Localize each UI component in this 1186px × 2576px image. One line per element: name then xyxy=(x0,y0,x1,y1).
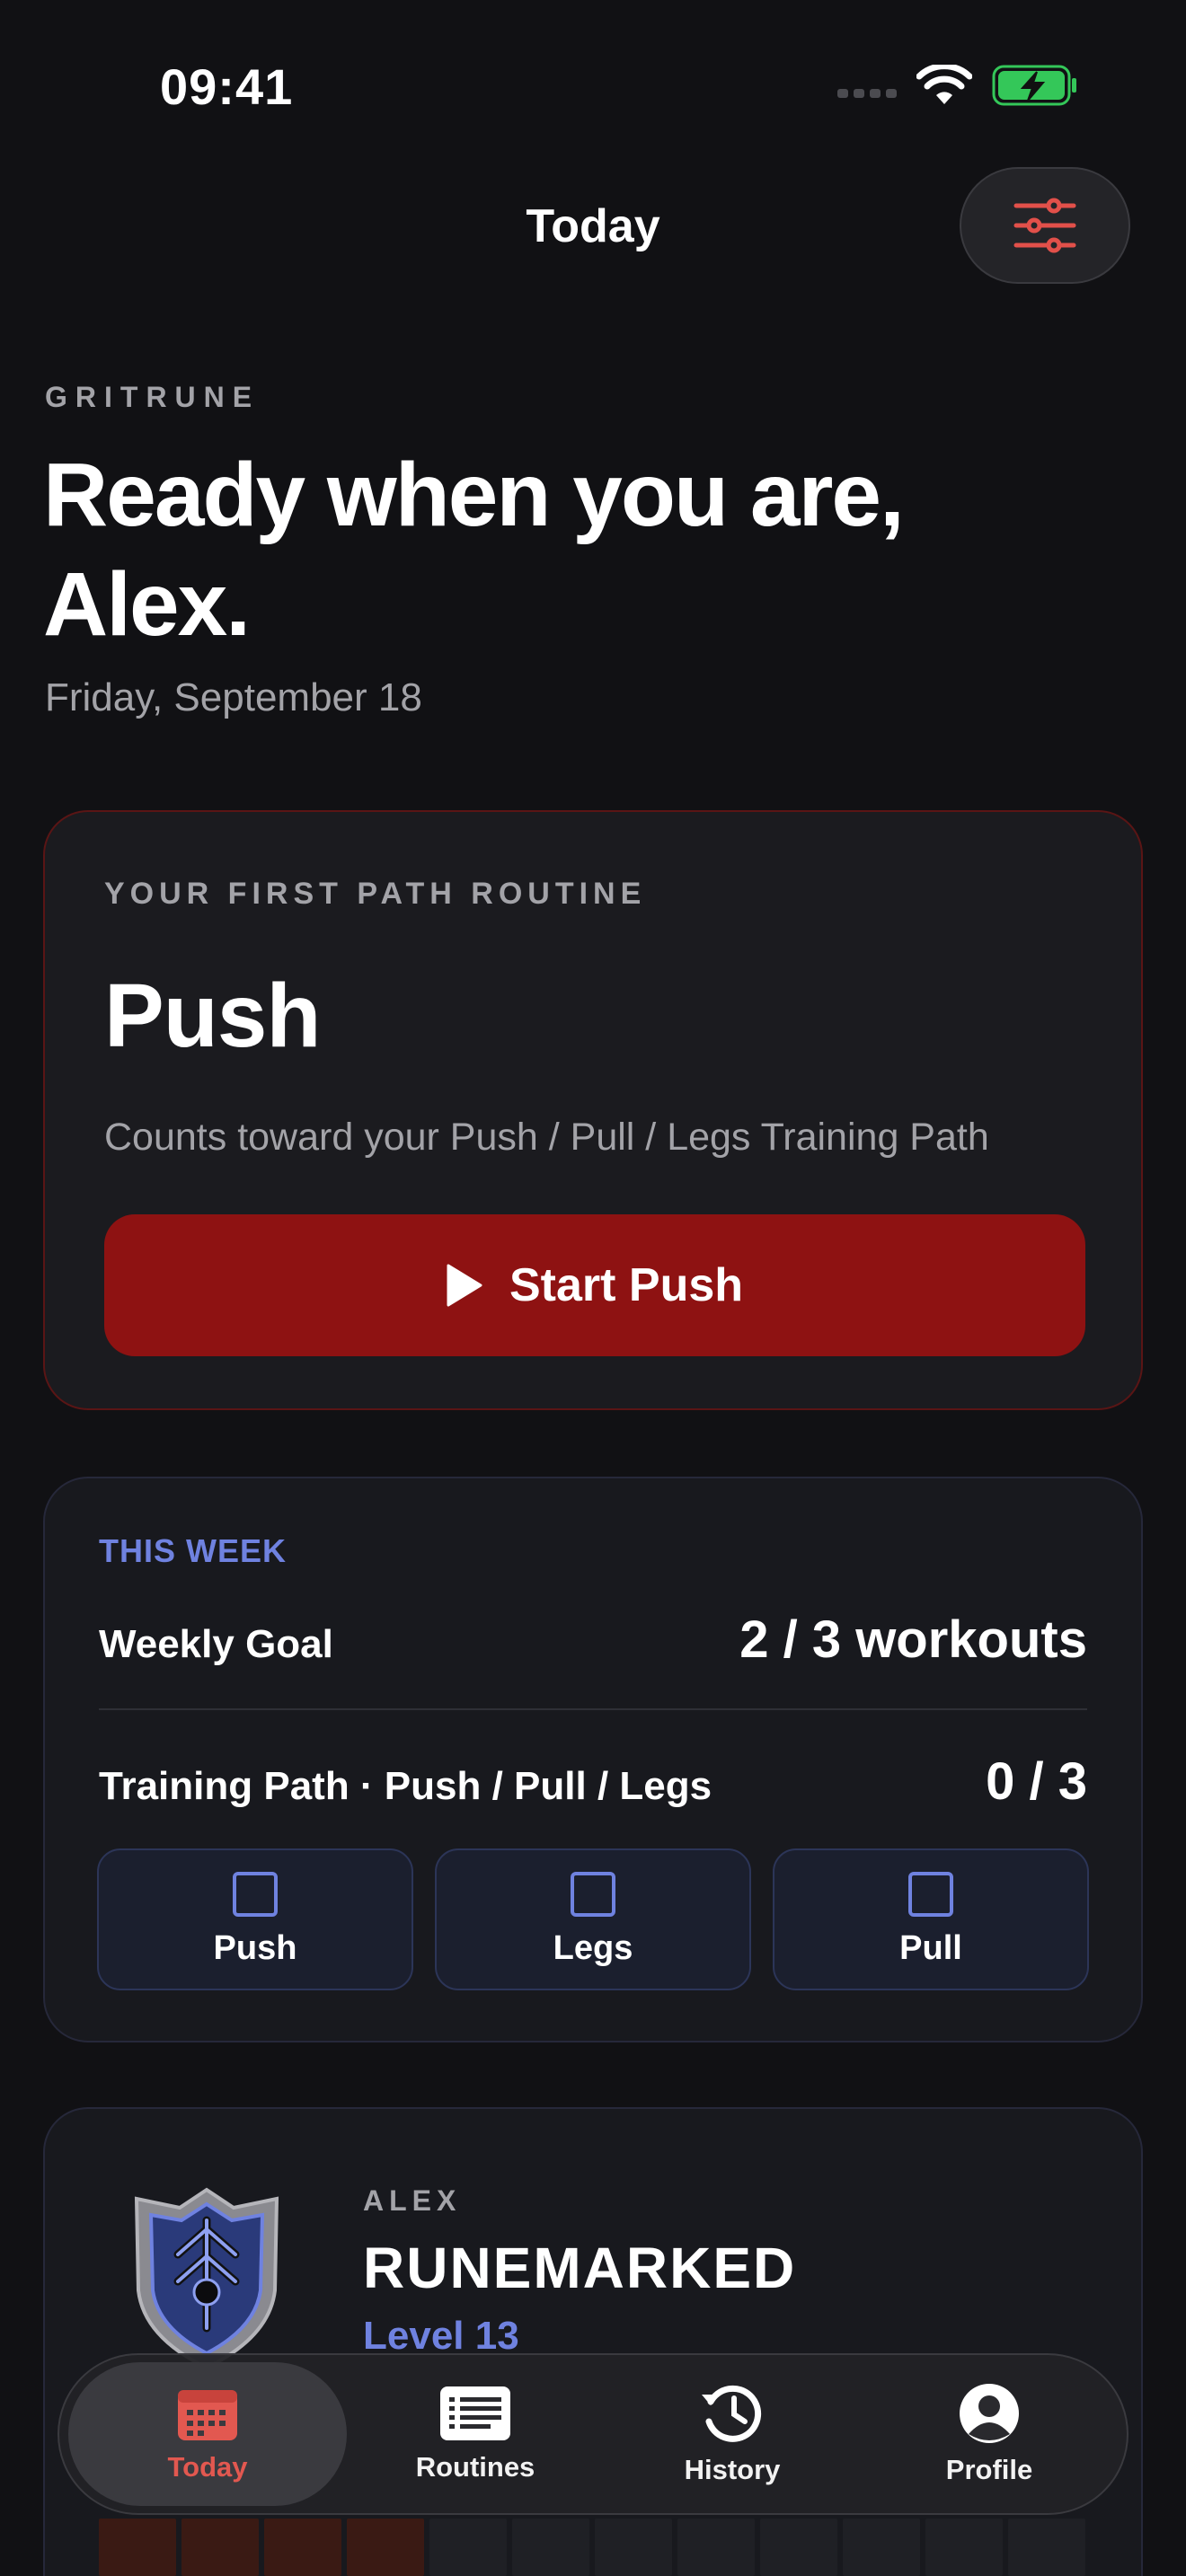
tab-label: Profile xyxy=(945,2454,1033,2485)
tab-profile[interactable]: Profile xyxy=(861,2362,1118,2506)
path-step-pull[interactable]: Pull xyxy=(773,1848,1089,1990)
greeting-line-2: Alex. xyxy=(43,554,251,655)
tab-today[interactable]: Today xyxy=(68,2362,347,2506)
list-icon xyxy=(440,2386,510,2440)
sliders-icon xyxy=(1013,198,1076,253)
profile-username: ALEX xyxy=(363,2184,462,2217)
first-routine-card: YOUR FIRST PATH ROUTINE Push Counts towa… xyxy=(43,810,1143,1410)
status-icons xyxy=(837,65,1078,106)
this-week-card: THIS WEEK Weekly Goal 2 / 3 workouts Tra… xyxy=(43,1477,1143,2042)
checkbox-icon xyxy=(908,1871,953,1917)
tab-bar: Today Routines History Profile xyxy=(58,2353,1128,2515)
checkbox-icon xyxy=(571,1871,615,1917)
start-routine-button[interactable]: Start Push xyxy=(104,1214,1085,1356)
tab-label: Routines xyxy=(415,2451,535,2483)
routine-subtitle: Counts toward your Push / Pull / Legs Tr… xyxy=(104,1116,989,1159)
history-icon xyxy=(702,2385,762,2442)
weekly-goal-value: 2 / 3 workouts xyxy=(739,1610,1087,1669)
status-time: 09:41 xyxy=(160,58,294,115)
tab-label: History xyxy=(684,2454,781,2485)
filter-settings-button[interactable] xyxy=(960,167,1130,284)
tab-history[interactable]: History xyxy=(604,2362,861,2506)
week-kicker: THIS WEEK xyxy=(99,1532,288,1569)
play-icon xyxy=(447,1264,482,1307)
training-path-value: 0 / 3 xyxy=(986,1752,1087,1811)
training-path-label: Training Path · Push / Pull / Legs xyxy=(99,1764,712,1808)
profile-level: Level 13 xyxy=(363,2314,519,2358)
routine-name: Push xyxy=(104,966,321,1066)
date-label: Friday, September 18 xyxy=(45,675,422,719)
greeting-headline: Ready when you are, Alex. xyxy=(43,440,1031,659)
path-steps: Push Legs Pull xyxy=(97,1848,1089,1990)
person-icon xyxy=(960,2384,1019,2443)
checkbox-icon xyxy=(233,1871,278,1917)
today-screen: 09:41 Today GRITRUNE Ready when you are,… xyxy=(0,0,1186,2576)
path-step-push[interactable]: Push xyxy=(97,1848,413,1990)
tab-routines[interactable]: Routines xyxy=(347,2362,604,2506)
routine-kicker: YOUR FIRST PATH ROUTINE xyxy=(104,877,647,911)
cellular-signal-icon xyxy=(837,89,897,98)
path-step-label: Pull xyxy=(899,1928,962,1967)
divider xyxy=(99,1708,1087,1710)
weekly-goal-label: Weekly Goal xyxy=(99,1622,333,1666)
brand-label: GRITRUNE xyxy=(45,381,261,413)
battery-charging-icon xyxy=(992,65,1076,106)
greeting-line-1: Ready when you are, xyxy=(43,445,905,545)
start-routine-label: Start Push xyxy=(509,1259,744,1311)
path-step-label: Push xyxy=(213,1928,297,1967)
path-step-legs[interactable]: Legs xyxy=(435,1848,751,1990)
tab-label: Today xyxy=(167,2451,248,2483)
wifi-icon xyxy=(916,65,972,104)
profile-rank: RUNEMARKED xyxy=(363,2236,797,2300)
path-step-label: Legs xyxy=(553,1928,633,1967)
rank-shield-icon xyxy=(134,2187,279,2370)
calendar-icon xyxy=(178,2390,237,2440)
activity-strip xyxy=(99,2519,1085,2576)
